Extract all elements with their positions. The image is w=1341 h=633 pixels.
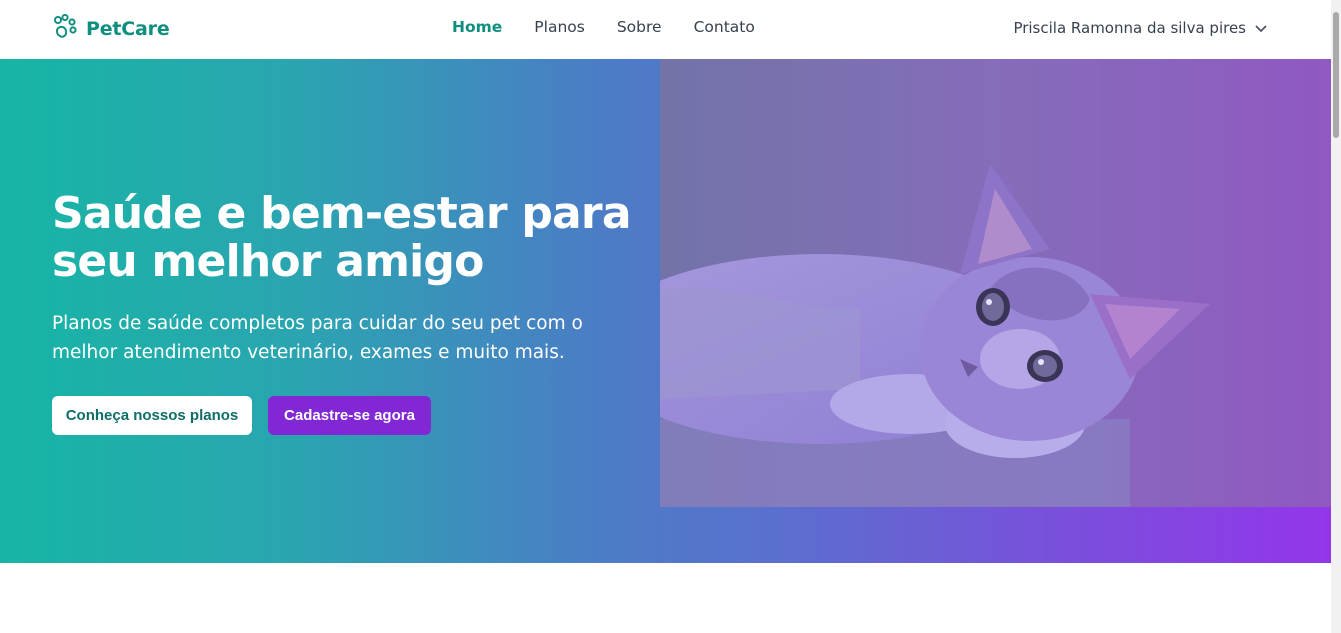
paw-icon xyxy=(52,13,78,44)
kitten-image xyxy=(660,59,1331,507)
nav-link-home[interactable]: Home xyxy=(452,18,502,36)
nav-link-planos[interactable]: Planos xyxy=(534,18,585,36)
hero-subtitle: Planos de saúde completos para cuidar do… xyxy=(52,313,583,363)
user-menu[interactable]: Priscila Ramonna da silva pires xyxy=(1013,18,1267,37)
hero-section: Saúde e bem-estar para seu melhor amigo … xyxy=(0,59,1331,563)
signup-button[interactable]: Cadastre-se agora xyxy=(268,396,431,435)
chevron-down-icon xyxy=(1255,18,1267,37)
hero-title: Saúde e bem-estar para seu melhor amigo xyxy=(52,188,632,287)
brand-logo[interactable]: PetCare xyxy=(52,13,170,44)
view-plans-button[interactable]: Conheça nossos planos xyxy=(52,396,252,435)
nav-links: Home Planos Sobre Contato xyxy=(452,18,755,36)
nav-link-sobre[interactable]: Sobre xyxy=(617,18,662,36)
brand-name: PetCare xyxy=(86,18,170,40)
nav-link-contato[interactable]: Contato xyxy=(694,18,755,36)
top-navbar: PetCare Home Planos Sobre Contato Prisci… xyxy=(0,0,1331,59)
scrollbar-thumb[interactable] xyxy=(1333,12,1339,138)
user-name: Priscila Ramonna da silva pires xyxy=(1013,18,1246,37)
